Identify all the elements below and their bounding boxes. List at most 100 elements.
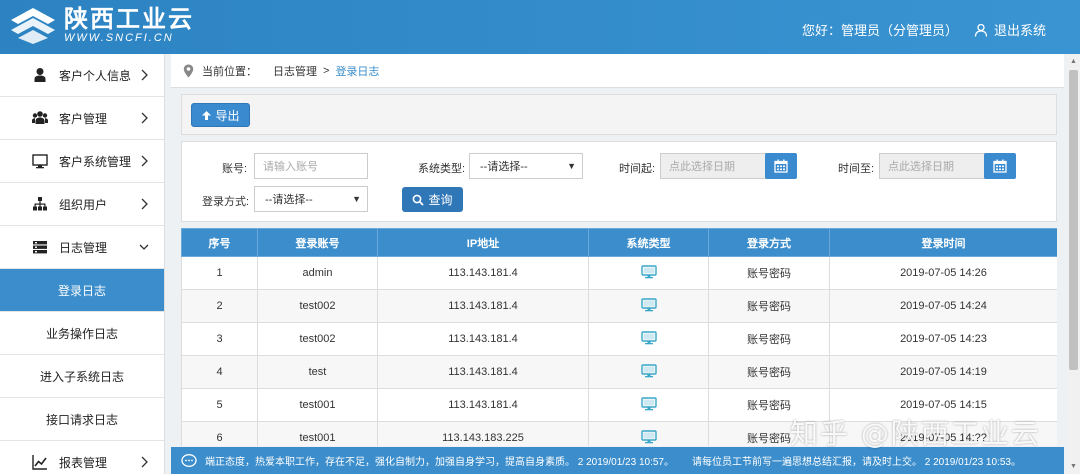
login-method-select[interactable]: --请选择-- ▼ [254,186,368,212]
logo-title: 陕西工业云 [64,5,194,33]
monitor-icon [640,264,657,282]
login-method-label: 登录方式: [202,196,250,208]
scroll-down-arrow-icon[interactable]: ▼ [1070,463,1077,470]
filter-panel: 账号: 请输入账号 系统类型: --请选择-- ▼ 时间起: 点此选择日期 时间… [181,141,1057,222]
export-button[interactable]: 导出 [191,103,250,127]
calendar-icon [993,159,1007,173]
cell-ip: 113.143.181.4 [377,322,589,356]
notice-message[interactable]: 端正态度，热爱本职工作，存在不足，强化自制力，加强自身学习，提高自身素质。 2 … [205,453,674,468]
chevron-right-icon [141,69,148,81]
export-label: 导出 [215,108,240,123]
time-to-input[interactable]: 点此选择日期 [879,153,985,179]
monitor-icon [640,297,657,315]
chat-bubble-icon [181,453,197,467]
location-pin-icon [183,64,194,77]
monitor-icon [640,330,657,348]
page-scrollbar[interactable]: ▲ ▼ [1067,54,1080,474]
cell-ip: 113.143.181.4 [377,388,589,422]
monitor-icon [640,429,657,447]
caret-down-icon: ▼ [352,194,361,204]
cell-login-method: 账号密码 [708,322,830,356]
user-icon [34,68,46,82]
cell-login-method: 账号密码 [708,355,830,389]
column-header-login-method: 登录方式 [708,228,830,257]
logo[interactable]: 陕西工业云 WWW.SNCFI.CN [8,6,194,44]
cell-ip: 113.143.181.4 [377,256,589,290]
cell-system-type [588,256,709,290]
sidebar-sub-api-log[interactable]: 接口请求日志 [0,398,164,441]
sidebar-item-customer-system[interactable]: 客户系统管理 [0,140,164,183]
table-row[interactable]: 6 test001 113.143.183.225 账号密码 2019-07-05 14… [181,421,1057,447]
column-header-system-type: 系统类型 [588,228,709,257]
sidebar-item-customer-info[interactable]: 客户个人信息 [0,54,164,97]
cell-no: 4 [181,355,258,389]
breadcrumb-parent[interactable]: 日志管理 [273,63,317,79]
cell-login-method: 账号密码 [708,256,830,290]
users-icon [32,111,48,124]
cell-account: test002 [257,322,378,356]
cell-ip: 113.143.181.4 [377,355,589,389]
logout-label: 退出系统 [993,23,1046,38]
cell-system-type [588,289,709,323]
sidebar-item-label: 日志管理 [59,240,108,255]
account-input[interactable]: 请输入账号 [254,153,368,179]
scroll-thumb[interactable] [1069,70,1078,370]
cell-no: 1 [181,256,258,290]
sidebar-item-label: 客户个人信息 [59,68,132,83]
scroll-up-arrow-icon[interactable]: ▲ [1070,58,1077,65]
logo-url: WWW.SNCFI.CN [64,32,174,44]
chevron-down-icon [139,244,149,250]
sidebar-sub-operation-log[interactable]: 业务操作日志 [0,312,164,355]
table-row[interactable]: 4 test 113.143.181.4 账号密码 2019-07-05 14:19 [181,355,1057,389]
system-type-select[interactable]: --请选择-- ▼ [469,153,583,179]
query-button[interactable]: 查询 [402,187,463,212]
sidebar-item-org-users[interactable]: 组织用户 [0,183,164,226]
query-label: 查询 [428,193,453,207]
sidebar-sub-login-log[interactable]: 登录日志 [0,269,164,312]
cell-login-method: 账号密码 [708,289,830,323]
table-header-row: 序号 登录账号 IP地址 系统类型 登录方式 登录时间 [181,228,1057,257]
sidebar-item-label: 报表管理 [59,455,108,470]
table-row[interactable]: 1 admin 113.143.181.4 账号密码 2019-07-05 14:26 [181,256,1057,290]
cell-login-time: 2019-07-05 14:26 [829,256,1057,290]
cell-ip: 113.143.181.4 [377,289,589,323]
cell-system-type [588,388,709,422]
cell-login-method: 账号密码 [708,388,830,422]
sidebar-item-log-management[interactable]: 日志管理 [0,226,164,269]
cell-account: test [257,355,378,389]
sidebar-item-customer-management[interactable]: 客户管理 [0,97,164,140]
table-row[interactable]: 2 test002 113.143.181.4 账号密码 2019-07-05 14:2… [181,289,1057,323]
column-header-no: 序号 [181,228,258,257]
top-header: 陕西工业云 WWW.SNCFI.CN 您好：管理员（分管理员） 退出系统 [0,0,1080,54]
cell-system-type [588,421,709,447]
chevron-right-icon [141,155,148,167]
sidebar-item-report-management[interactable]: 报表管理 [0,441,164,474]
monitor-icon [32,154,48,169]
cell-no: 5 [181,388,258,422]
time-from-input[interactable]: 点此选择日期 [660,153,766,179]
system-type-label: 系统类型: [418,163,466,175]
table-row[interactable]: 5 test001 113.143.181.4 账号密码 2019-07-05 14:1… [181,388,1057,422]
account-label: 账号: [222,163,248,175]
cell-system-type [588,322,709,356]
logout-button[interactable]: 退出系统 [974,20,1046,39]
sidebar-item-label: 客户系统管理 [59,154,132,169]
table-row[interactable]: 3 test002 113.143.181.4 账号密码 2019-07-05 14:2… [181,322,1057,356]
cell-account: admin [257,256,378,290]
notice-message[interactable]: 请每位员工节前写一遍思想总结汇报，请及时上交。 2 2019/01/23 10:… [692,453,1021,468]
chevron-right-icon [141,456,148,468]
login-method-value: --请选择-- [265,194,313,206]
org-icon [33,197,47,211]
cell-no: 2 [181,289,258,323]
cell-no: 3 [181,322,258,356]
sidebar-item-label: 客户管理 [59,111,108,126]
chart-icon [32,455,47,470]
breadcrumb-prefix: 当前位置： [202,65,257,78]
column-header-account: 登录账号 [257,228,378,257]
cell-login-time: 2019-07-05 14:?? [829,421,1057,446]
time-to-calendar-button[interactable] [984,153,1016,179]
caret-down-icon: ▼ [567,161,576,171]
time-from-calendar-button[interactable] [765,153,797,179]
chevron-right-icon [141,198,148,210]
sidebar-sub-subsystem-log[interactable]: 进入子系统日志 [0,355,164,398]
